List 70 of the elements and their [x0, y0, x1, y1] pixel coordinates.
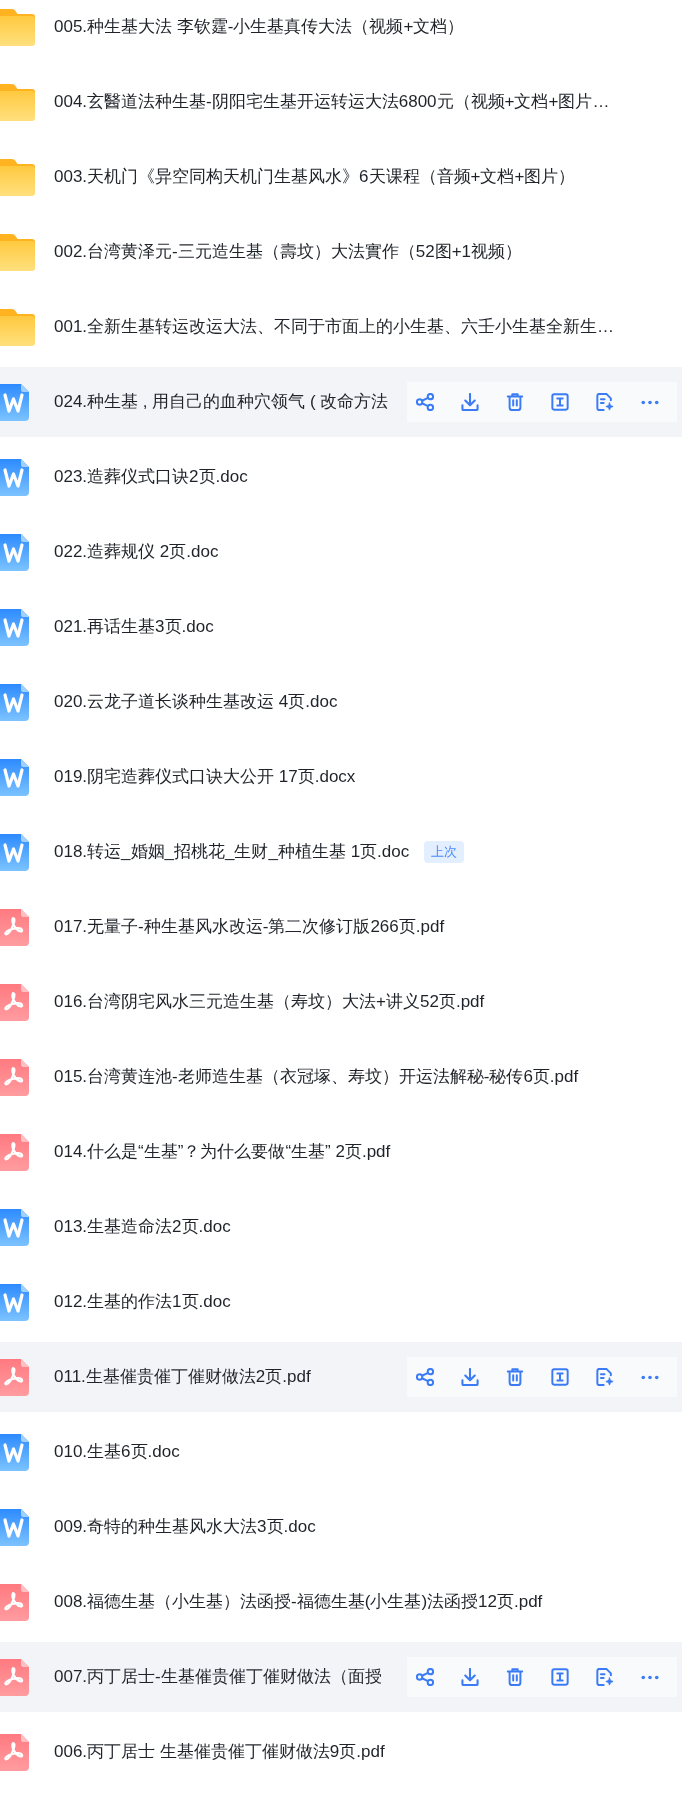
document-sparkle-icon — [596, 393, 614, 411]
pdf-file-icon — [0, 1733, 29, 1771]
download-icon — [461, 1668, 479, 1686]
trash-icon — [506, 1668, 524, 1686]
word-doc-icon — [0, 383, 29, 421]
file-row[interactable]: 011.生基催贵催丁催财做法2页.pdf — [0, 1342, 682, 1412]
file-name: 017.无量子-种生基风水改运-第二次修订版266页.pdf — [54, 916, 445, 938]
text-box-icon — [551, 393, 569, 411]
text-box-icon — [551, 1668, 569, 1686]
more-icon — [641, 1674, 659, 1680]
file-row[interactable]: 024.种生基 , 用自己的血种穴领气 ( 改命方法 — [0, 367, 682, 437]
file-name: 006.丙丁居士 生基催贵催丁催财做法9页.pdf — [54, 1741, 385, 1763]
last-opened-tag: 上次 — [424, 841, 465, 863]
file-name: 010.生基6页.doc — [54, 1441, 180, 1463]
file-name: 021.再话生基3页.doc — [54, 616, 214, 638]
document-sparkle-icon — [596, 1368, 614, 1386]
file-name: 004.玄醫道法种生基-阴阳宅生基开运转运大法6800元（视频+文档+图片… — [54, 91, 610, 113]
file-name: 013.生基造命法2页.doc — [54, 1216, 231, 1238]
document-sparkle-icon — [596, 1668, 614, 1686]
file-name: 001.全新生基转运改运大法、不同于市面上的小生基、六壬小生基全新生… — [54, 316, 615, 338]
word-doc-icon — [0, 1433, 29, 1471]
file-name: 014.什么是“生基”？为什么要做“生基” 2页.pdf — [54, 1141, 391, 1163]
folder-icon — [0, 233, 35, 271]
file-name: 007.丙丁居士-生基催贵催丁催财做法（面授 — [54, 1666, 382, 1688]
pdf-file-icon — [0, 1358, 29, 1396]
pdf-file-icon — [0, 1583, 29, 1621]
word-doc-icon — [0, 533, 29, 571]
trash-icon — [506, 1368, 524, 1386]
word-doc-icon — [0, 1208, 29, 1246]
file-name: 016.台湾阴宅风水三元造生基（寿坟）大法+讲义52页.pdf — [54, 991, 485, 1013]
word-doc-icon — [0, 1508, 29, 1546]
word-doc-icon — [0, 458, 29, 496]
text-box-icon — [551, 1368, 569, 1386]
trash-icon — [506, 393, 524, 411]
folder-icon — [0, 158, 35, 196]
word-doc-icon — [0, 758, 29, 796]
file-name: 002.台湾黄泽元-三元造生基（壽坟）大法實作（52图+1视频） — [54, 241, 523, 263]
file-name: 022.造葬规仪 2页.doc — [54, 541, 219, 563]
pdf-file-icon — [0, 1058, 29, 1096]
file-name: 011.生基催贵催丁催财做法2页.pdf — [54, 1366, 311, 1388]
word-doc-icon — [0, 683, 29, 721]
share-icon — [416, 1668, 434, 1686]
word-doc-icon — [0, 608, 29, 646]
file-name: 003.天机门《异空同构天机门生基风水》6天课程（音频+文档+图片） — [54, 166, 576, 188]
folder-icon — [0, 8, 35, 46]
more-icon — [641, 399, 659, 405]
file-name: 009.奇特的种生基风水大法3页.doc — [54, 1516, 316, 1538]
download-icon — [461, 393, 479, 411]
folder-icon — [0, 308, 35, 346]
file-name: 023.造葬仪式口诀2页.doc — [54, 466, 248, 488]
pdf-file-icon — [0, 1658, 29, 1696]
file-name: 005.种生基大法 李钦霆-小生基真传大法（视频+文档） — [54, 16, 465, 38]
pdf-file-icon — [0, 983, 29, 1021]
pdf-file-icon — [0, 908, 29, 946]
word-doc-icon — [0, 833, 29, 871]
file-name: 008.福德生基（小生基）法函授-福德生基(小生基)法函授12页.pdf — [54, 1591, 543, 1613]
file-name: 018.转运_婚姻_招桃花_生财_种植生基 1页.doc — [54, 841, 410, 863]
folder-icon — [0, 83, 35, 121]
share-icon — [416, 393, 434, 411]
file-name: 020.云龙子道长谈种生基改运 4页.doc — [54, 691, 338, 713]
file-row[interactable]: 007.丙丁居士-生基催贵催丁催财做法（面授 — [0, 1642, 682, 1712]
file-name: 015.台湾黄连池-老师造生基（衣冠塚、寿坟）开运法解秘-秘传6页.pdf — [54, 1066, 579, 1088]
word-doc-icon — [0, 1283, 29, 1321]
more-icon — [641, 1374, 659, 1380]
file-name: 019.阴宅造葬仪式口诀大公开 17页.docx — [54, 766, 356, 788]
pdf-file-icon — [0, 1133, 29, 1171]
share-icon — [416, 1368, 434, 1386]
download-icon — [461, 1368, 479, 1386]
file-name: 024.种生基 , 用自己的血种穴领气 ( 改命方法 — [54, 391, 389, 413]
file-name: 012.生基的作法1页.doc — [54, 1291, 231, 1313]
